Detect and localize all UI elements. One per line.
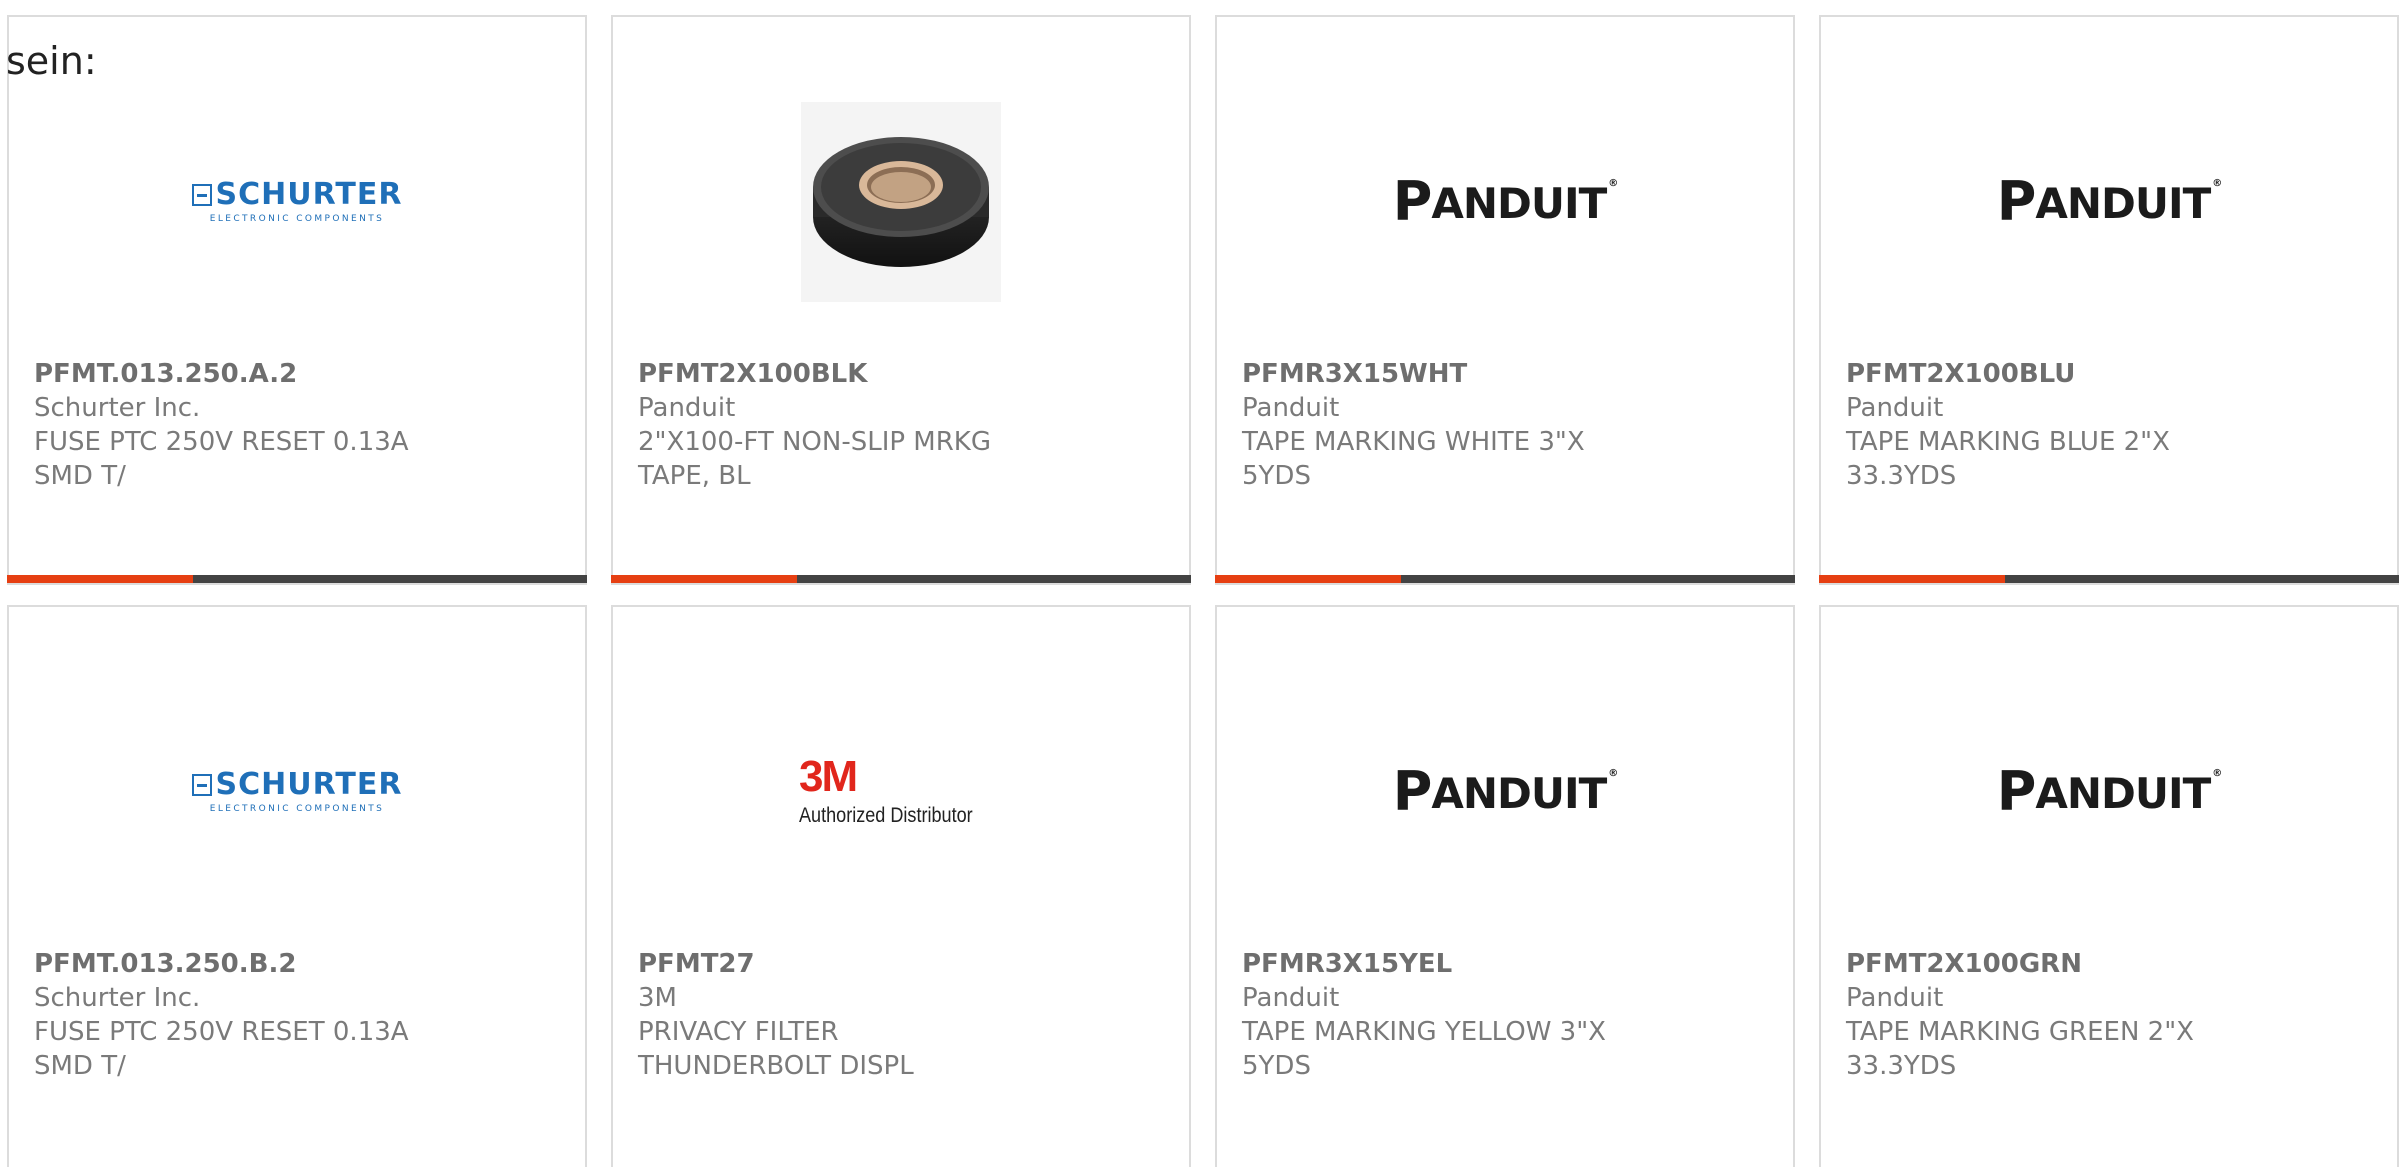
product-card[interactable]: 3M Authorized Distributor PFMT27 3M PRIV… [611, 605, 1191, 1167]
product-image[interactable]: SCHURTER ELECTRONIC COMPONENTS [9, 77, 585, 327]
schurter-logo-text: SCHURTER [215, 767, 403, 802]
product-image[interactable] [613, 77, 1189, 327]
part-number[interactable]: PFMT27 [638, 947, 1164, 981]
product-description: FUSE PTC 250V RESET 0.13A SMD T/ [34, 427, 409, 491]
schurter-s-icon [191, 774, 212, 796]
manufacturer: Schurter Inc. [34, 983, 201, 1013]
product-grid: SCHURTER ELECTRONIC COMPONENTS PFMT.013.… [7, 15, 2399, 1167]
manufacturer: Panduit [638, 393, 736, 423]
part-number[interactable]: PFMT2X100BLU [1846, 357, 2372, 391]
manufacturer: Panduit [1242, 983, 1340, 1013]
part-number[interactable]: PFMT2X100BLK [638, 357, 1164, 391]
3m-logo: 3M Authorized Distributor [793, 752, 1009, 832]
progress-bar-fill [1215, 575, 1401, 583]
product-card[interactable]: SCHURTER ELECTRONIC COMPONENTS PFMT.013.… [7, 15, 587, 585]
progress-bar [7, 575, 587, 583]
part-number[interactable]: PFMR3X15YEL [1242, 947, 1768, 981]
part-number[interactable]: PFMT.013.250.B.2 [34, 947, 560, 981]
part-number[interactable]: PFMR3X15WHT [1242, 357, 1768, 391]
manufacturer: Panduit [1242, 393, 1340, 423]
schurter-logo-tagline: ELECTRONIC COMPONENTS [209, 804, 385, 814]
product-card[interactable]: SCHURTER ELECTRONIC COMPONENTS PFMT.013.… [7, 605, 587, 1167]
product-info: PFMT2X100BLK Panduit 2"X100-FT NON-SLIP … [638, 357, 1164, 493]
part-number[interactable]: PFMT.013.250.A.2 [34, 357, 560, 391]
schurter-s-icon [191, 184, 212, 206]
progress-bar [1215, 575, 1795, 583]
progress-bar [611, 575, 1191, 583]
panduit-logo: P ANDUIT ® [1392, 760, 1618, 823]
intro-text: sein: [6, 39, 97, 83]
product-info: PFMT2X100BLU Panduit TAPE MARKING BLUE 2… [1846, 357, 2372, 493]
product-grid-page: sein: SCHURTER ELECTRONIC COMPONENTS PFM… [0, 0, 2400, 1167]
product-description: 2"X100-FT NON-SLIP MRKG TAPE, BL [638, 427, 992, 491]
tape-roll-image [801, 102, 1001, 302]
manufacturer: Schurter Inc. [34, 393, 201, 423]
3m-logo-tagline: Authorized Distributor [799, 804, 973, 828]
progress-bar-fill [1819, 575, 2005, 583]
manufacturer: Panduit [1846, 983, 1944, 1013]
progress-bar-fill [611, 575, 797, 583]
product-info: PFMT.013.250.A.2 Schurter Inc. FUSE PTC … [34, 357, 560, 493]
product-description: TAPE MARKING BLUE 2"X 33.3YDS [1846, 427, 2170, 491]
manufacturer: 3M [638, 983, 677, 1013]
product-image[interactable]: SCHURTER ELECTRONIC COMPONENTS [9, 667, 585, 917]
panduit-logo: P ANDUIT ® [1996, 170, 2222, 233]
progress-bar-fill [7, 575, 193, 583]
progress-bar [1819, 575, 2399, 583]
schurter-logo: SCHURTER ELECTRONIC COMPONENTS [191, 767, 403, 814]
tape-roll-icon [813, 137, 989, 267]
product-description: TAPE MARKING GREEN 2"X 33.3YDS [1846, 1017, 2194, 1081]
product-card[interactable]: P ANDUIT ® PFMR3X15WHT Panduit TAPE MARKIN… [1215, 15, 1795, 585]
schurter-logo-tagline: ELECTRONIC COMPONENTS [209, 214, 385, 224]
product-card[interactable]: P ANDUIT ® PFMT2X100BLU Panduit TAPE MARKI… [1819, 15, 2399, 585]
panduit-logo: P ANDUIT ® [1996, 760, 2222, 823]
manufacturer: Panduit [1846, 393, 1944, 423]
product-image[interactable]: P ANDUIT ® [1821, 77, 2397, 327]
product-description: PRIVACY FILTER THUNDERBOLT DISPL [638, 1017, 914, 1081]
schurter-logo-text: SCHURTER [215, 177, 403, 212]
product-image[interactable]: P ANDUIT ® [1821, 667, 2397, 917]
product-info: PFMR3X15WHT Panduit TAPE MARKING WHITE 3… [1242, 357, 1768, 493]
product-description: FUSE PTC 250V RESET 0.13A SMD T/ [34, 1017, 409, 1081]
3m-logo-mark: 3M [799, 752, 858, 802]
product-card[interactable]: P ANDUIT ® PFMT2X100GRN Panduit TAPE MARKI… [1819, 605, 2399, 1167]
product-info: PFMT.013.250.B.2 Schurter Inc. FUSE PTC … [34, 947, 560, 1083]
product-card[interactable]: P ANDUIT ® PFMR3X15YEL Panduit TAPE MARKIN… [1215, 605, 1795, 1167]
product-card[interactable]: PFMT2X100BLK Panduit 2"X100-FT NON-SLIP … [611, 15, 1191, 585]
product-description: TAPE MARKING WHITE 3"X 5YDS [1242, 427, 1585, 491]
product-image[interactable]: P ANDUIT ® [1217, 667, 1793, 917]
part-number[interactable]: PFMT2X100GRN [1846, 947, 2372, 981]
product-image[interactable]: 3M Authorized Distributor [613, 667, 1189, 917]
product-info: PFMR3X15YEL Panduit TAPE MARKING YELLOW … [1242, 947, 1768, 1083]
product-image[interactable]: P ANDUIT ® [1217, 77, 1793, 327]
schurter-logo: SCHURTER ELECTRONIC COMPONENTS [191, 177, 403, 224]
product-description: TAPE MARKING YELLOW 3"X 5YDS [1242, 1017, 1606, 1081]
product-info: PFMT27 3M PRIVACY FILTER THUNDERBOLT DIS… [638, 947, 1164, 1083]
panduit-logo: P ANDUIT ® [1392, 170, 1618, 233]
product-info: PFMT2X100GRN Panduit TAPE MARKING GREEN … [1846, 947, 2372, 1083]
